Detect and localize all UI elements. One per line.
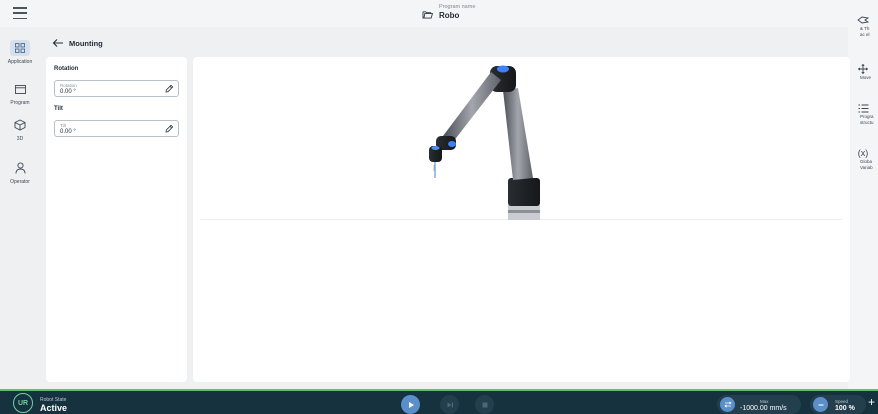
swap-arrows-icon[interactable] [720, 397, 735, 412]
program-name-label: Program name [439, 4, 476, 10]
speed-value: 100 % [835, 405, 855, 412]
grid-icon [10, 40, 30, 56]
stop-icon [482, 402, 487, 407]
pencil-icon[interactable] [164, 124, 174, 134]
rail-label-global-variables-2: Variab [860, 164, 873, 170]
3d-viewport[interactable] [193, 57, 850, 382]
list-icon [848, 102, 878, 114]
person-icon [12, 160, 28, 176]
ur-logo-icon: UR [13, 393, 33, 413]
play-icon [408, 401, 414, 408]
move-arrows-icon [848, 63, 878, 75]
nav-item-3d[interactable]: 3D [0, 117, 40, 142]
nav-item-application[interactable]: Application [0, 40, 40, 65]
rotation-field[interactable]: Rotation 0.00 ° [54, 80, 179, 97]
page-title: Mounting [69, 39, 103, 48]
speed-label: Speed [835, 399, 849, 404]
bottom-status-bar: UR Robot State Active Max -1000.00 mm/s … [0, 391, 878, 414]
max-speed-control[interactable]: Max -1000.00 mm/s [717, 395, 801, 414]
nav-label-3d: 3D [16, 136, 24, 142]
pencil-icon[interactable] [164, 84, 174, 94]
step-button[interactable] [440, 395, 459, 414]
hamburger-menu-icon[interactable] [10, 5, 30, 21]
max-label: Max [760, 399, 769, 404]
minus-icon[interactable] [813, 397, 828, 412]
nav-label-application: Application [7, 59, 33, 65]
speed-control: Speed 100 % [810, 395, 866, 414]
top-bar: Program name Robo [0, 0, 878, 27]
back-arrow-icon[interactable] [52, 38, 64, 48]
right-rail: & Th ac el Move Progra structu (x) Globa… [848, 0, 878, 389]
tilt-field-label: Tilt [60, 123, 66, 128]
cube-icon [12, 117, 28, 133]
tilt-section-title: Tilt [54, 106, 63, 112]
play-button[interactable] [401, 395, 420, 414]
robot-arm-model [429, 65, 540, 220]
folder-icon [422, 11, 433, 19]
nav-item-operator[interactable]: Operator [0, 160, 40, 185]
nav-label-program: Program [10, 100, 30, 106]
rail-item-handheld[interactable]: & Th ac el [848, 14, 878, 37]
rail-item-global-variables[interactable]: (x) Globa Variab [848, 147, 878, 170]
nav-item-program[interactable]: Program [0, 81, 40, 106]
tilt-field[interactable]: Tilt 0.00 ° [54, 120, 179, 137]
rotation-field-label: Rotation [60, 83, 77, 88]
rotation-section-title: Rotation [54, 66, 79, 72]
window-icon [12, 81, 28, 97]
rail-item-move[interactable]: Move [848, 63, 878, 81]
stop-button[interactable] [475, 395, 494, 414]
rail-item-program-structure[interactable]: Progra structu [848, 102, 878, 125]
rotation-field-value: 0.00 ° [60, 89, 76, 95]
nav-label-operator: Operator [10, 179, 30, 185]
program-name-display[interactable]: Program name Robo [422, 4, 475, 21]
handheld-icon [848, 14, 878, 26]
rail-label-move: Move [860, 75, 872, 80]
tilt-field-value: 0.00 ° [60, 129, 76, 135]
rail-label-program-structure-2: structu [860, 119, 874, 125]
app-window: Program name Robo Application Program 3D [0, 0, 878, 414]
max-value: -1000.00 mm/s [740, 405, 787, 412]
mounting-panel: Rotation Rotation 0.00 ° Tilt Tilt 0.00 … [46, 57, 187, 382]
plus-icon[interactable]: + [868, 396, 875, 408]
left-sidebar: Application Program 3D Operator [0, 27, 40, 389]
step-forward-icon [447, 402, 453, 407]
program-name-value: Robo [439, 11, 460, 20]
robot-state-value: Active [40, 403, 68, 413]
rail-label-handheld-2: ac el [860, 31, 870, 37]
variable-icon: (x) [857, 148, 869, 158]
